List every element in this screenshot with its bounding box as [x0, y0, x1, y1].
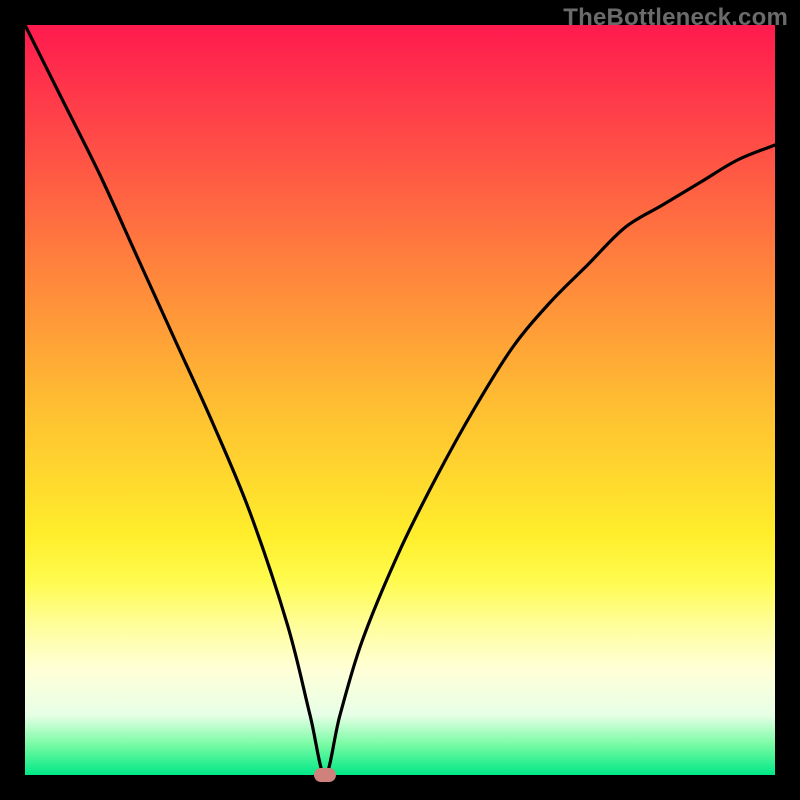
chart-frame: TheBottleneck.com [0, 0, 800, 800]
bottleneck-curve [25, 25, 775, 775]
minimum-marker [314, 768, 336, 782]
curve-path [25, 25, 775, 775]
watermark-text: TheBottleneck.com [563, 4, 788, 32]
plot-area [25, 25, 775, 775]
